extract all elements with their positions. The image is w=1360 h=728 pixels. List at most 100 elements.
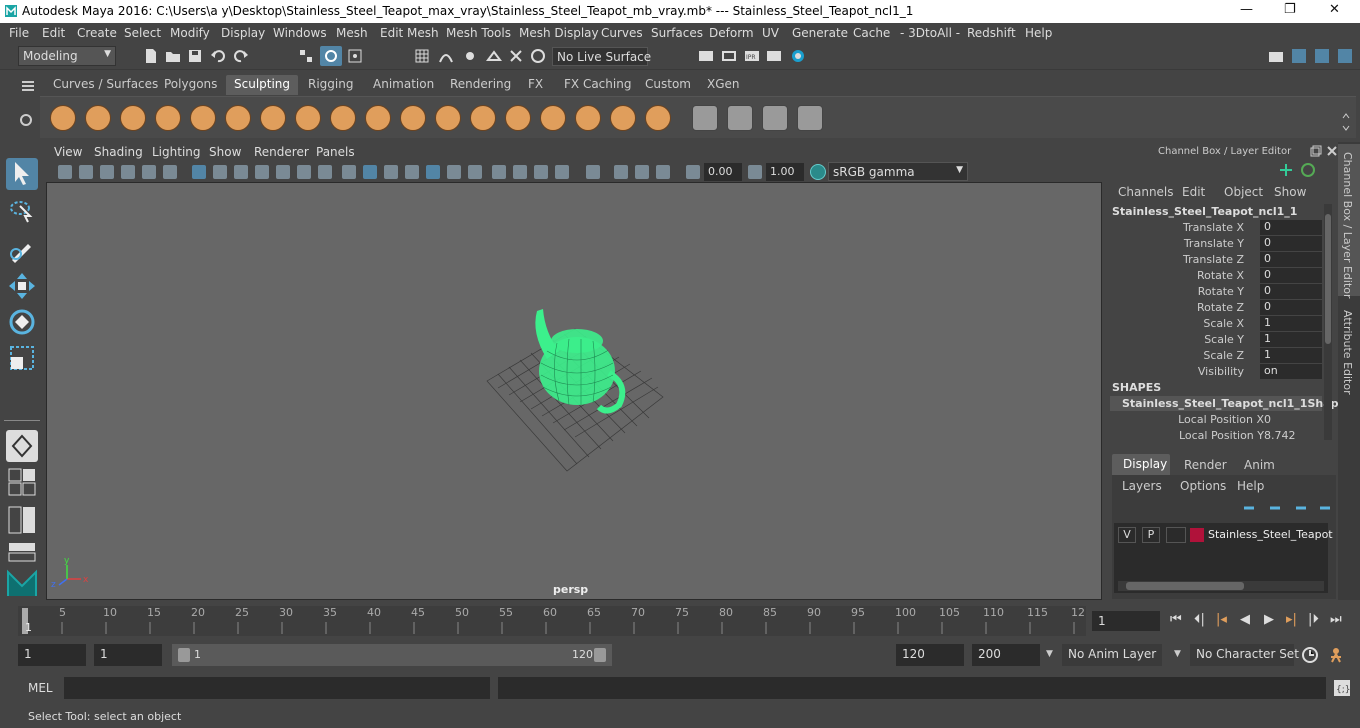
- layer-horizontal-scrollbar[interactable]: [1118, 581, 1324, 591]
- hypershade-icon[interactable]: [790, 48, 806, 64]
- menu-deform[interactable]: Deform: [709, 26, 754, 40]
- shelf-tab-rendering[interactable]: Rendering: [442, 75, 519, 95]
- channel-value[interactable]: 1: [1260, 332, 1322, 347]
- snap-to-grid-icon[interactable]: [414, 48, 430, 64]
- foamy-tool-icon[interactable]: [260, 105, 286, 131]
- shape-editor-icon[interactable]: [797, 105, 823, 131]
- make-live-icon[interactable]: [508, 48, 524, 64]
- menu-cache[interactable]: Cache: [853, 26, 890, 40]
- sculpt-layer-icon[interactable]: [727, 105, 753, 131]
- channel-value[interactable]: 0: [1260, 284, 1322, 299]
- menu-surfaces[interactable]: Surfaces: [651, 26, 703, 40]
- exposure-field[interactable]: 0.00: [704, 163, 742, 181]
- menu-create[interactable]: Create: [77, 26, 117, 40]
- channel-value[interactable]: on: [1260, 364, 1322, 379]
- animation-end-field[interactable]: 200: [972, 644, 1040, 666]
- panel-menu-panels[interactable]: Panels: [316, 145, 355, 159]
- menu-curves[interactable]: Curves: [601, 26, 643, 40]
- channels-menu[interactable]: Channels: [1118, 185, 1174, 199]
- minimize-button[interactable]: —: [1240, 2, 1253, 17]
- image-plane-icon[interactable]: [121, 165, 135, 179]
- safe-action-icon[interactable]: [297, 165, 311, 179]
- spray-tool-icon[interactable]: [295, 105, 321, 131]
- options-menu[interactable]: Options: [1180, 479, 1226, 493]
- bulge-tool-icon[interactable]: [575, 105, 601, 131]
- auto-key-icon[interactable]: [1300, 645, 1320, 665]
- menu-mesh-display[interactable]: Mesh Display: [519, 26, 599, 40]
- film-gate-icon[interactable]: [213, 165, 227, 179]
- channel-label[interactable]: Scale X: [1203, 317, 1244, 330]
- channel-label[interactable]: Rotate Z: [1197, 301, 1244, 314]
- channel-label[interactable]: Translate Z: [1183, 253, 1244, 266]
- relax-tool-icon[interactable]: [120, 105, 146, 131]
- motion-blur-icon[interactable]: [513, 165, 527, 179]
- freeze-tool-icon[interactable]: [645, 105, 671, 131]
- layer-color-swatch[interactable]: [1190, 528, 1204, 542]
- layer-visibility-toggle[interactable]: V: [1118, 527, 1136, 543]
- sync-icon[interactable]: [1300, 162, 1316, 178]
- layers-menu[interactable]: Layers: [1122, 479, 1162, 493]
- shelf-tab-sculpting[interactable]: Sculpting: [226, 75, 299, 95]
- play-backwards-icon[interactable]: ◀: [1240, 612, 1250, 627]
- channel-value[interactable]: 0: [1264, 413, 1271, 426]
- channel-label[interactable]: Translate X: [1183, 221, 1244, 234]
- single-perspective-layout-button[interactable]: [6, 430, 38, 462]
- layer-playback-toggle[interactable]: P: [1142, 527, 1160, 543]
- panel-menu-lighting[interactable]: Lighting: [152, 145, 201, 159]
- select-by-hierarchy-icon[interactable]: [298, 48, 314, 64]
- animation-preferences-icon[interactable]: [1328, 645, 1350, 665]
- playback-start-field[interactable]: 1: [94, 644, 162, 666]
- select-by-component-icon[interactable]: [347, 48, 363, 64]
- menu-uv[interactable]: UV: [762, 26, 779, 40]
- maya-home-icon[interactable]: [6, 568, 38, 598]
- channel-box-toggle-icon[interactable]: [1337, 48, 1353, 64]
- menu-edit-mesh[interactable]: Edit Mesh: [380, 26, 439, 40]
- channel-value[interactable]: 1: [1260, 316, 1322, 331]
- channel-label[interactable]: Scale Y: [1204, 333, 1244, 346]
- undo-icon[interactable]: [210, 48, 226, 64]
- render-frame-icon[interactable]: [721, 48, 737, 64]
- smooth-shade-icon[interactable]: [363, 165, 377, 179]
- attribute-editor-toggle-icon[interactable]: [1291, 48, 1307, 64]
- channel-value[interactable]: 0: [1260, 236, 1322, 251]
- outliner-layout-icon[interactable]: [8, 542, 36, 562]
- backface-culling-icon[interactable]: [656, 165, 670, 179]
- move-tool-button[interactable]: [6, 270, 38, 302]
- repeat-tool-icon[interactable]: [330, 105, 356, 131]
- channel-label[interactable]: Rotate X: [1197, 269, 1244, 282]
- convert-to-frozen-icon[interactable]: [692, 105, 718, 131]
- two-d-pan-zoom-icon[interactable]: [142, 165, 156, 179]
- mel-label[interactable]: MEL: [28, 681, 53, 695]
- wireframe-icon[interactable]: [342, 165, 356, 179]
- object-menu[interactable]: Object: [1224, 185, 1263, 199]
- xray-joints-icon[interactable]: [614, 165, 628, 179]
- object-name[interactable]: Stainless_Steel_Teapot_ncl1_1: [1112, 205, 1297, 218]
- panel-menu-shading[interactable]: Shading: [94, 145, 143, 159]
- use-all-lights-icon[interactable]: [447, 165, 461, 179]
- lasso-tool-button[interactable]: [6, 196, 38, 228]
- workspace-icon[interactable]: [1268, 48, 1284, 64]
- resolution-gate-icon[interactable]: [234, 165, 248, 179]
- time-slider[interactable]: 1 5 10 15 20 25 30 35 40 45 50 55 60 65 …: [0, 604, 1360, 638]
- rotate-tool-button[interactable]: [6, 306, 38, 338]
- shadows-icon[interactable]: [468, 165, 482, 179]
- ipr-render-icon[interactable]: IPR: [744, 48, 760, 64]
- gate-mask-icon[interactable]: [255, 165, 269, 179]
- teapot-mesh[interactable]: [535, 309, 626, 414]
- four-view-layout-icon[interactable]: [8, 468, 36, 496]
- select-tool-button[interactable]: [6, 158, 38, 190]
- save-scene-icon[interactable]: [187, 48, 203, 64]
- shelf-tab-xgen[interactable]: XGen: [699, 75, 748, 95]
- show-menu[interactable]: Show: [1274, 185, 1306, 199]
- channel-value[interactable]: 0: [1260, 300, 1322, 315]
- menu-3dtoall[interactable]: - 3DtoAll -: [900, 26, 960, 40]
- wireframe-on-shaded-icon[interactable]: [384, 165, 398, 179]
- character-set-selector[interactable]: No Character Set: [1190, 644, 1299, 666]
- layer-tab-render[interactable]: Render: [1184, 458, 1227, 472]
- step-forward-icon[interactable]: |⏵: [1308, 612, 1319, 627]
- channel-label[interactable]: Rotate Y: [1198, 285, 1244, 298]
- shelf-tab-fx-caching[interactable]: FX Caching: [556, 75, 639, 95]
- select-by-object-button[interactable]: [320, 46, 342, 66]
- perspective-viewport[interactable]: x y z persp: [46, 182, 1102, 600]
- channel-box-mode-icon[interactable]: [1278, 162, 1294, 178]
